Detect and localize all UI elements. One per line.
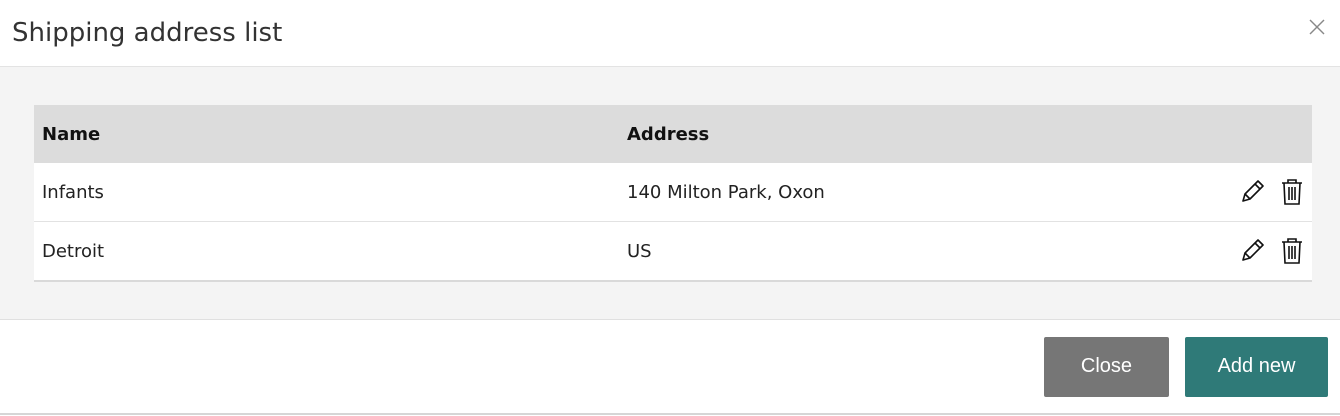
column-header-name: Name xyxy=(42,123,101,145)
dialog-header: Shipping address list xyxy=(0,0,1340,67)
row-address-cell: US xyxy=(627,240,652,262)
row-name-cell: Infants xyxy=(34,163,619,222)
column-header-address: Address xyxy=(627,123,710,145)
table-row: Infants 140 Milton Park, Oxon xyxy=(34,163,1312,222)
row-actions xyxy=(1212,222,1312,282)
table-header-row: Name Address xyxy=(34,105,1312,163)
delete-trash-icon[interactable] xyxy=(1272,172,1312,212)
column-header-actions xyxy=(1212,105,1312,163)
shipping-address-dialog: Shipping address list Name Address Infan… xyxy=(0,0,1340,416)
dialog-title: Shipping address list xyxy=(12,18,283,48)
delete-trash-icon[interactable] xyxy=(1272,231,1312,271)
table-row: Detroit US xyxy=(34,222,1312,282)
edit-pencil-icon[interactable] xyxy=(1232,172,1272,212)
dialog-body: Name Address Infants 140 Milton Park, Ox… xyxy=(0,67,1340,320)
close-button[interactable]: Close xyxy=(1044,336,1169,397)
row-actions xyxy=(1212,163,1312,222)
close-x-icon[interactable] xyxy=(1304,14,1330,40)
add-new-button[interactable]: Add new xyxy=(1185,336,1328,397)
dialog-footer: Close Add new xyxy=(0,320,1340,415)
address-table: Name Address Infants 140 Milton Park, Ox… xyxy=(34,105,1312,282)
row-address-cell: 140 Milton Park, Oxon xyxy=(619,163,1212,222)
edit-pencil-icon[interactable] xyxy=(1232,231,1272,271)
row-name-cell: Detroit xyxy=(42,240,105,262)
